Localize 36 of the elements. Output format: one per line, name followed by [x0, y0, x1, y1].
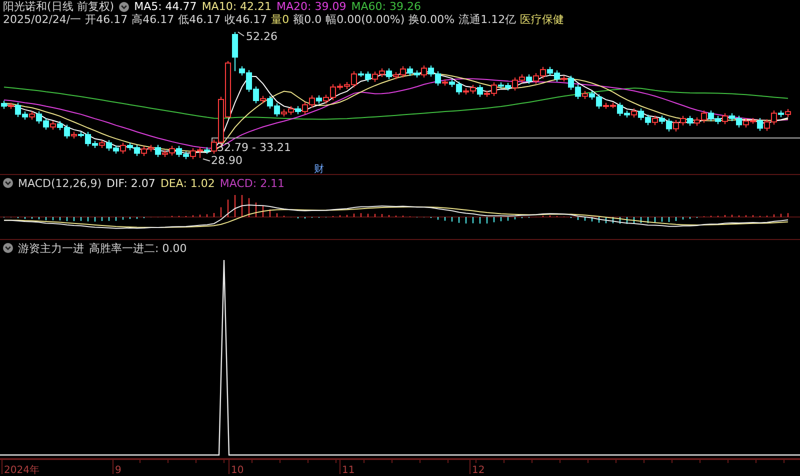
moving-average-value: MA10: 42.21	[202, 0, 272, 13]
date-axis-label: 2024年	[4, 465, 40, 476]
leader-line	[238, 32, 244, 36]
indicator-title: MACD(12,26,9)	[18, 176, 102, 190]
quote-date: 2025/02/24/一	[3, 13, 82, 26]
quote-value: 高46.17	[132, 13, 174, 26]
price-range-label: 32.79 - 33.21	[217, 141, 291, 154]
date-axis-label: 9	[115, 465, 122, 476]
quote-value: 收46.17	[224, 13, 268, 26]
indicator-value: 高胜率一进二: 0.00	[89, 242, 187, 254]
macd-value: DEA: 1.02	[160, 176, 215, 190]
quote-value: 额0.0	[293, 13, 322, 26]
moving-average-value: MA60: 39.26	[351, 0, 421, 13]
low-price-label: 28.90	[211, 154, 242, 167]
quote-value: 医疗保健	[520, 13, 564, 26]
quote-value: 幅0.00(0.00%)	[326, 13, 405, 26]
chevron-circle-icon[interactable]	[3, 178, 13, 188]
chevron-circle-icon[interactable]	[119, 2, 130, 12]
date-axis-label: 11	[342, 465, 355, 476]
indicator-title: 游资主力一进	[18, 242, 84, 254]
finance-marker: 财	[314, 164, 324, 175]
moving-average-value: MA5: 44.77	[134, 0, 197, 13]
date-axis-label: 10	[231, 465, 244, 476]
quote-value: 量0	[271, 13, 290, 26]
high-price-label: 52.26	[246, 30, 278, 43]
quote-value: 流通1.12亿	[458, 13, 516, 26]
leader-line	[202, 158, 210, 162]
date-axis-label: 12	[472, 465, 485, 476]
stock-title: 阳光诺和(日线 前复权)	[3, 0, 114, 14]
quote-value: 开46.17	[85, 13, 128, 26]
quote-value: 换0.00%	[408, 13, 455, 26]
chevron-circle-icon[interactable]	[3, 243, 13, 253]
macd-value: DIF: 2.07	[106, 176, 156, 190]
quote-value: 低46.17	[178, 13, 221, 26]
macd-value: MACD: 2.11	[220, 176, 285, 190]
moving-average-value: MA20: 39.09	[276, 0, 346, 13]
